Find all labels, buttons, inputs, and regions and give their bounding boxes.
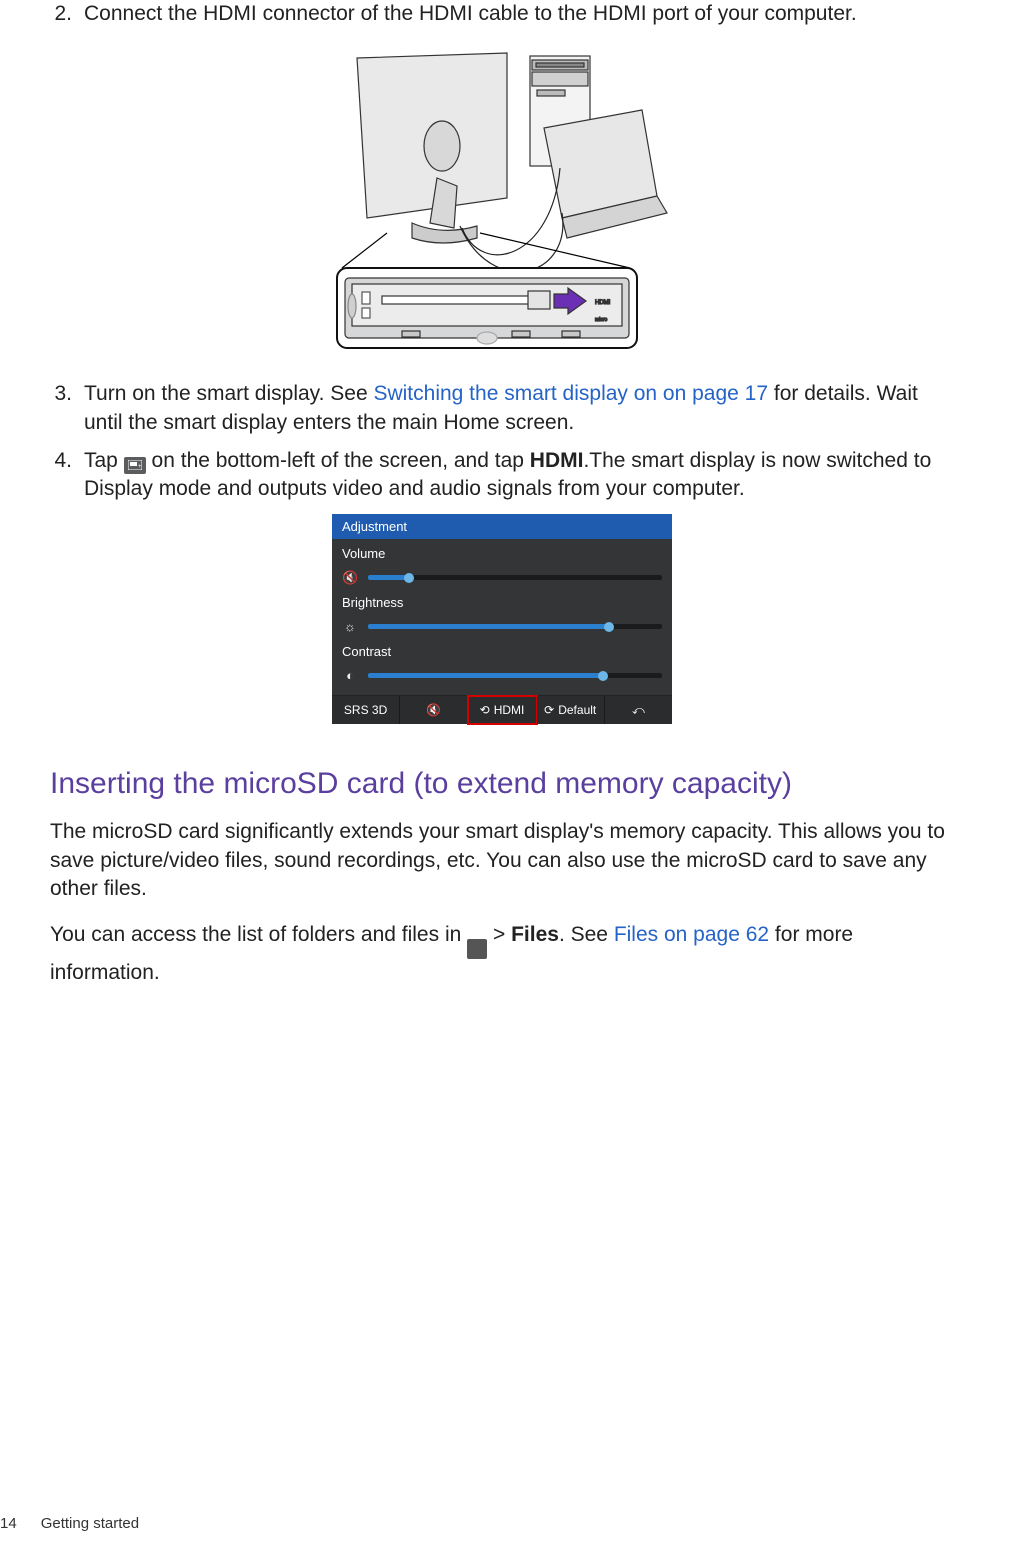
step-4: 4. Tap + on the bottom-left of the scree… bbox=[50, 447, 954, 504]
display-mode-icon: + bbox=[124, 457, 146, 474]
osd-bottom-bar: SRS 3D 🔇 ⟲ HDMI ⟳ Default ⤺ bbox=[332, 695, 672, 724]
contrast-icon: ◐ bbox=[342, 667, 358, 685]
hdmi-label: HDMI bbox=[530, 449, 584, 472]
osd-volume-slider[interactable]: 🔇 bbox=[342, 567, 662, 593]
step-3: 3. Turn on the smart display. See Switch… bbox=[50, 380, 954, 437]
paragraph-1: The microSD card significantly extends y… bbox=[50, 818, 954, 903]
step-number: 3. bbox=[50, 380, 72, 437]
osd-panel: Adjustment Volume 🔇 Brightness ☼ Contras… bbox=[332, 514, 672, 724]
svg-text:micro: micro bbox=[595, 317, 607, 323]
section-name: Getting started bbox=[41, 1514, 139, 1534]
reset-icon: ⟳ bbox=[544, 702, 554, 718]
osd-contrast-label: Contrast bbox=[342, 641, 662, 665]
osd-back-button[interactable]: ⤺ bbox=[605, 696, 672, 724]
osd-contrast-slider[interactable]: ◐ bbox=[342, 665, 662, 691]
osd-hdmi-button[interactable]: ⟲ HDMI bbox=[468, 696, 536, 724]
step-text: Connect the HDMI connector of the HDMI c… bbox=[84, 0, 954, 28]
hdmi-reload-icon: ⟲ bbox=[480, 702, 490, 718]
page-number: 14 bbox=[0, 1514, 17, 1534]
osd-title: Adjustment bbox=[332, 514, 672, 540]
osd-default-button[interactable]: ⟳ Default bbox=[537, 696, 605, 724]
page-footer: 14 Getting started bbox=[0, 1514, 139, 1534]
figure-hdmi-connection: HDMI micro bbox=[312, 38, 692, 358]
paragraph-2: You can access the list of folders and f… bbox=[50, 921, 954, 987]
osd-brightness-label: Brightness bbox=[342, 592, 662, 616]
step-text: Turn on the smart display. See Switching… bbox=[84, 380, 954, 437]
osd-mute-button[interactable]: 🔇 bbox=[400, 696, 468, 724]
osd-srs-button[interactable]: SRS 3D bbox=[332, 696, 400, 724]
svg-text:HDMI: HDMI bbox=[595, 300, 611, 306]
apps-icon bbox=[467, 939, 487, 959]
section-heading: Inserting the microSD card (to extend me… bbox=[50, 764, 954, 805]
osd-brightness-slider[interactable]: ☼ bbox=[342, 616, 662, 642]
step-number: 2. bbox=[50, 0, 72, 28]
brightness-icon: ☼ bbox=[342, 618, 358, 636]
files-label: Files bbox=[511, 923, 559, 946]
step-text: Tap + on the bottom-left of the screen, … bbox=[84, 447, 954, 504]
link-files[interactable]: Files on page 62 bbox=[614, 923, 769, 946]
link-switching-display[interactable]: Switching the smart display on on page 1… bbox=[373, 382, 768, 405]
step-number: 4. bbox=[50, 447, 72, 504]
step-2: 2. Connect the HDMI connector of the HDM… bbox=[50, 0, 954, 28]
svg-text:+: + bbox=[138, 464, 142, 470]
osd-volume-label: Volume bbox=[342, 543, 662, 567]
volume-icon: 🔇 bbox=[342, 569, 358, 587]
osd-body: Volume 🔇 Brightness ☼ Contrast ◐ bbox=[332, 539, 672, 694]
